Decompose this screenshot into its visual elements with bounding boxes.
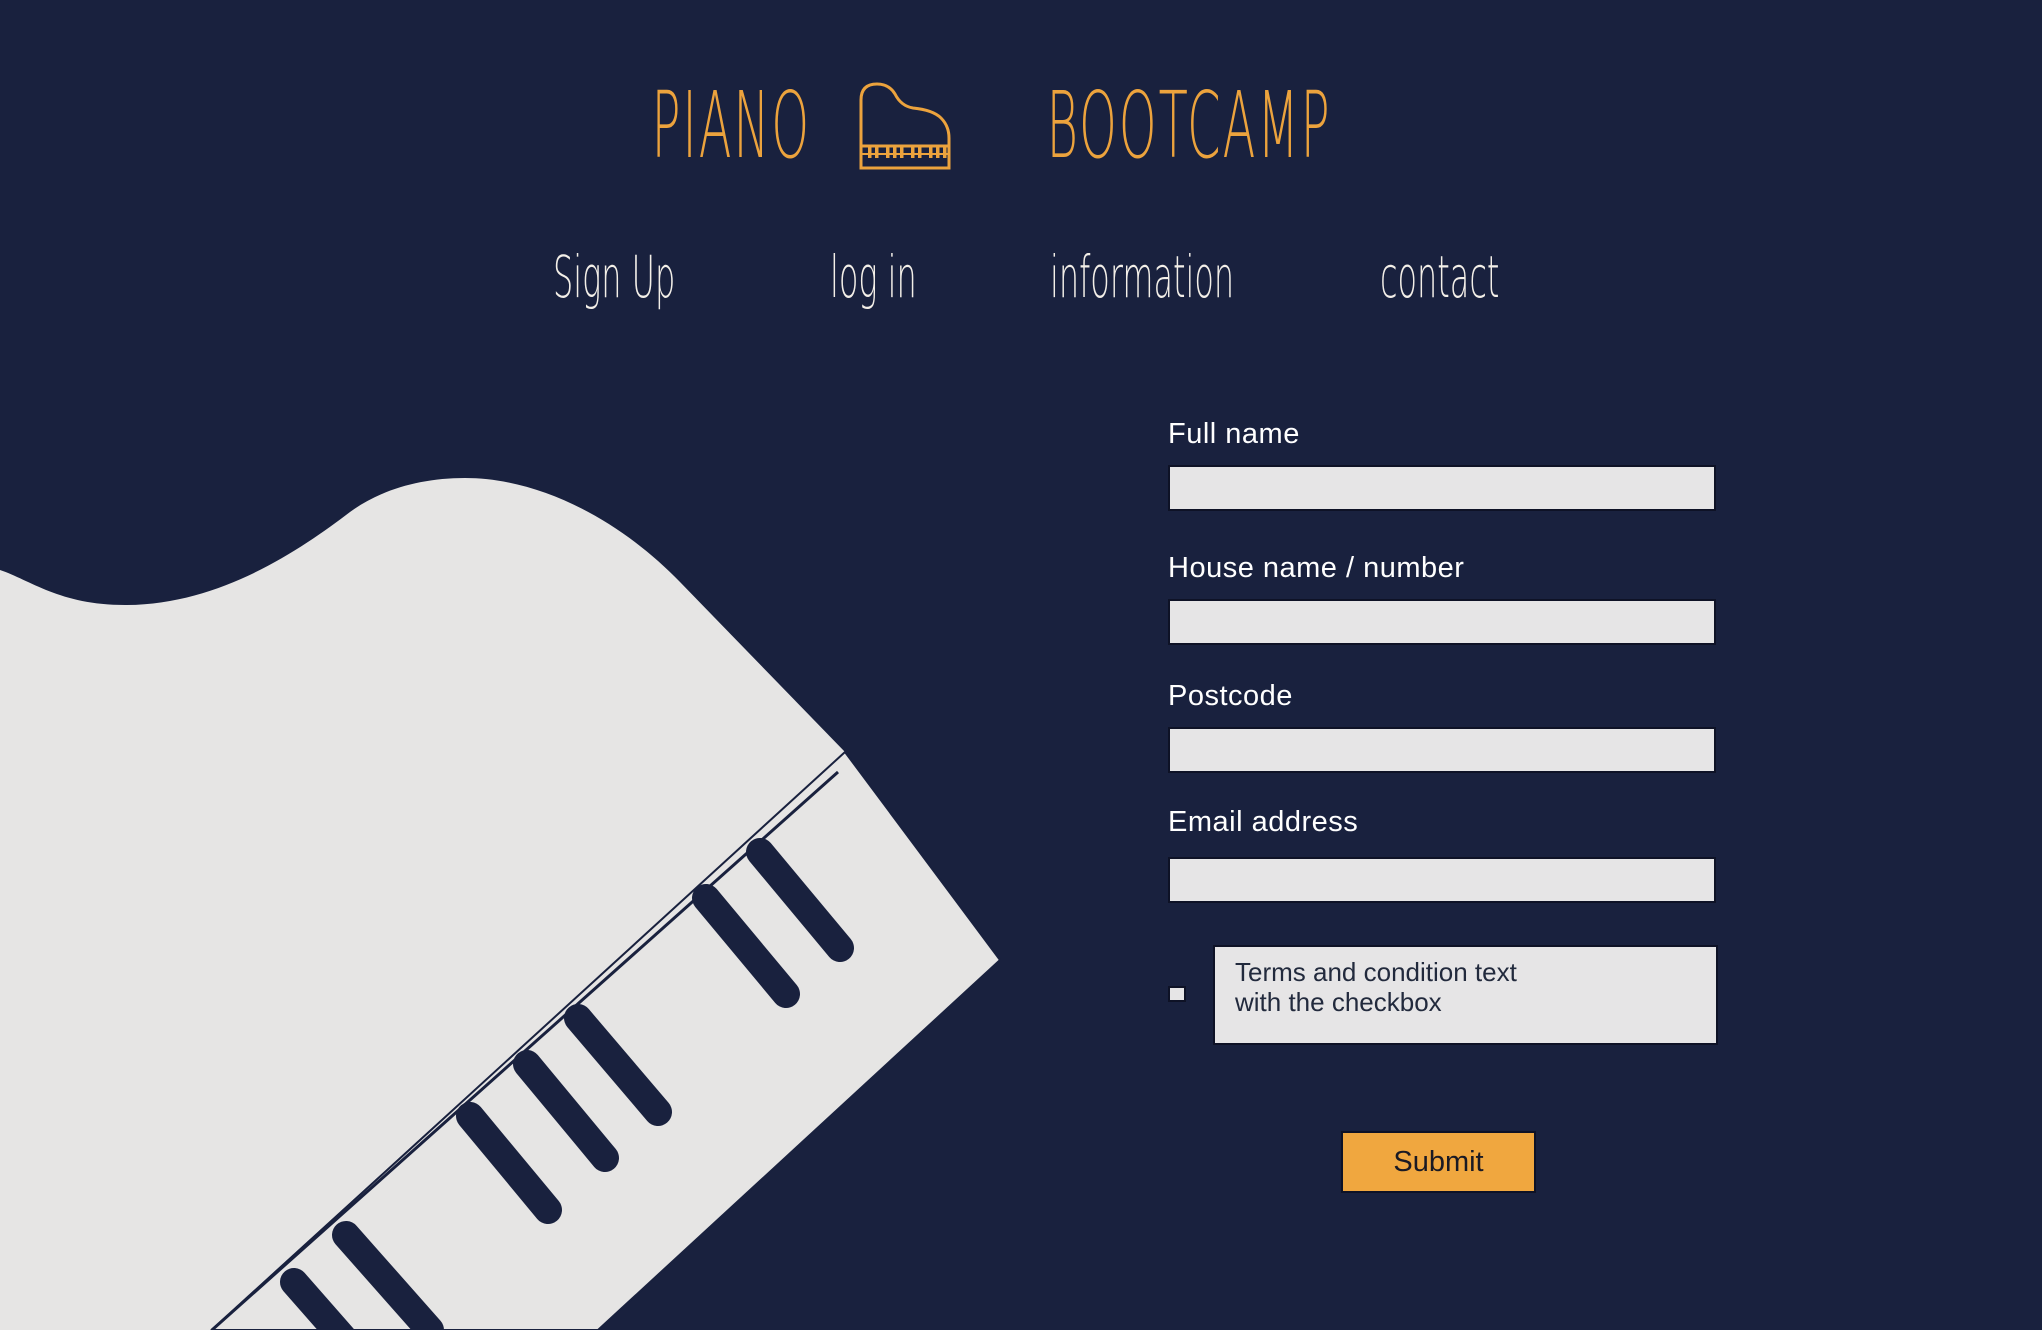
nav-information[interactable]: information: [1050, 248, 1234, 306]
nav-log-in[interactable]: log in: [830, 248, 917, 306]
email-label: Email address: [1168, 806, 1359, 838]
grand-piano-icon: [859, 82, 951, 170]
grand-piano-illustration: [0, 478, 1002, 1330]
nav-contact[interactable]: contact: [1380, 248, 1499, 306]
brand-word-bootcamp: BOOTCAMP: [1046, 72, 1332, 179]
terms-text-box: Terms and condition text with the checkb…: [1213, 945, 1718, 1045]
main-nav: Sign Up log in information contact: [0, 248, 2042, 318]
postcode-input[interactable]: [1168, 727, 1716, 773]
terms-text-line-2: with the checkbox: [1235, 987, 1442, 1017]
full-name-input[interactable]: [1168, 465, 1716, 511]
terms-text-line-1: Terms and condition text: [1235, 957, 1517, 987]
house-label: House name / number: [1168, 552, 1465, 584]
email-input[interactable]: [1168, 857, 1716, 903]
site-logo[interactable]: PIANO BOOTCAMP: [0, 78, 2042, 198]
terms-checkbox[interactable]: [1168, 986, 1186, 1002]
brand-word-piano: PIANO: [652, 72, 812, 179]
house-input[interactable]: [1168, 599, 1716, 645]
submit-button[interactable]: Submit: [1341, 1131, 1536, 1193]
full-name-label: Full name: [1168, 418, 1300, 450]
nav-sign-up[interactable]: Sign Up: [553, 248, 675, 306]
postcode-label: Postcode: [1168, 680, 1293, 712]
